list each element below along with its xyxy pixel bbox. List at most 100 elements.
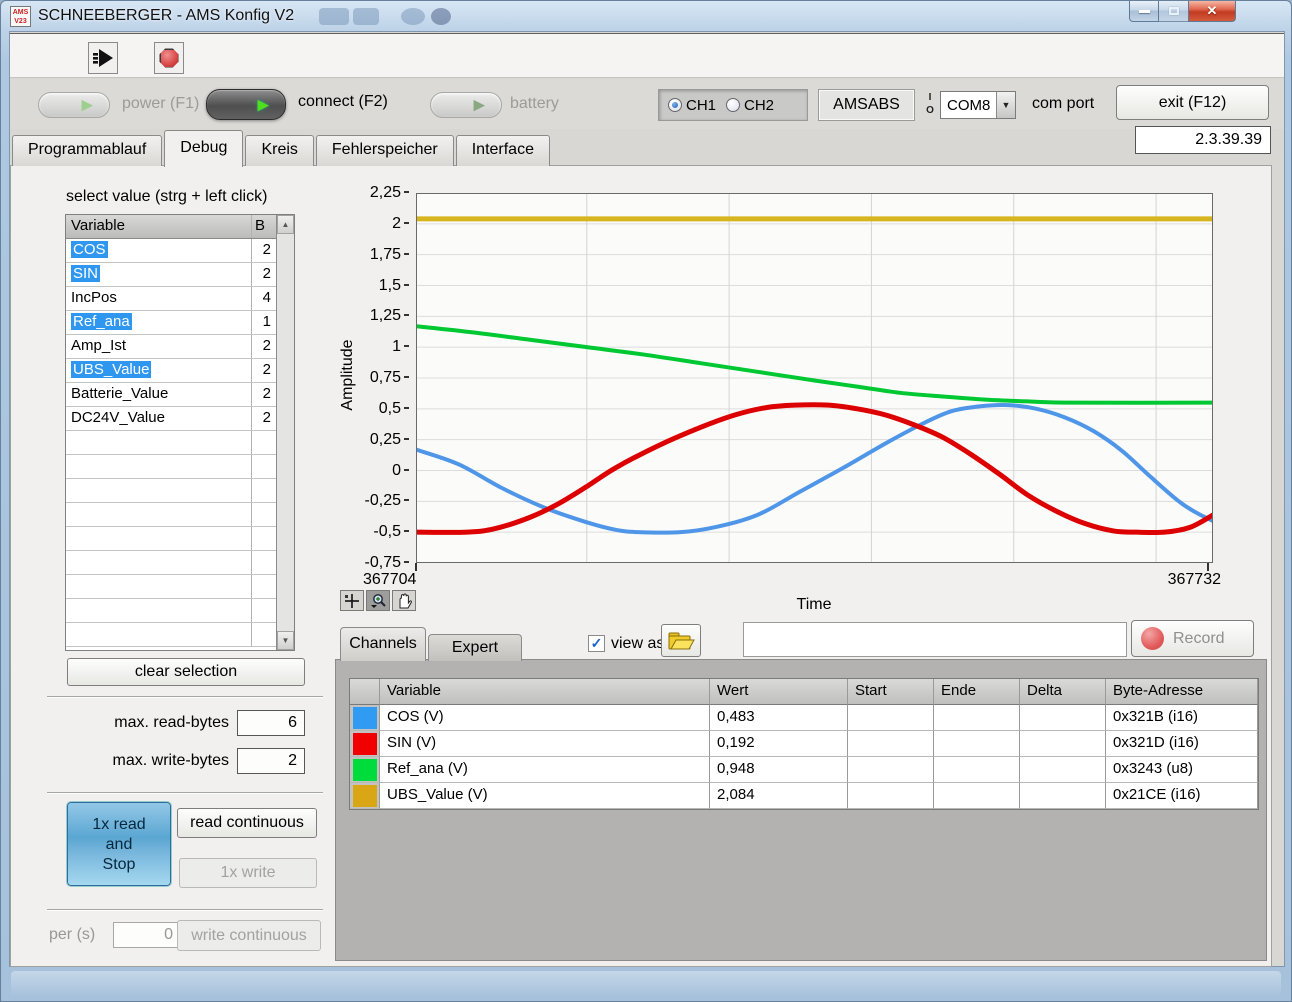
y-tick-label: 0: [323, 462, 409, 480]
pan-tool-button[interactable]: [392, 590, 416, 611]
column-start: Start: [848, 679, 934, 705]
variables-table[interactable]: VariableBCOS2SIN2IncPos4Ref_ana1Amp_Ist2…: [65, 214, 295, 651]
scroll-down-icon[interactable]: ▼: [277, 631, 294, 650]
variable-row[interactable]: Amp_Ist2: [66, 335, 294, 359]
y-tick-label: 2: [323, 215, 409, 233]
variable-row-empty[interactable]: [66, 527, 294, 551]
variable-row[interactable]: IncPos4: [66, 287, 294, 311]
channel-color-swatch: [353, 707, 377, 729]
minimize-button[interactable]: [1129, 1, 1159, 22]
battery-label: battery: [510, 95, 559, 113]
variable-row-empty[interactable]: [66, 431, 294, 455]
max-write-bytes-label: max. write-bytes: [59, 752, 229, 770]
column-bytes: B: [252, 215, 276, 238]
channel-row[interactable]: UBS_Value (V)2,0840x21CE (i16): [350, 783, 1258, 809]
variable-row[interactable]: Batterie_Value2: [66, 383, 294, 407]
read-continuous-button[interactable]: read continuous: [177, 808, 317, 838]
x-max-label: 367732: [1141, 571, 1221, 589]
exit-button[interactable]: exit (F12): [1116, 85, 1269, 120]
max-read-bytes-field[interactable]: 6: [237, 710, 305, 736]
ch2-radio[interactable]: [726, 98, 740, 112]
channel-row[interactable]: SIN (V)0,1920x321D (i16): [350, 731, 1258, 757]
channel-color-swatch: [353, 759, 377, 781]
stop-icon: [160, 49, 179, 68]
view-as-unit-checkbox[interactable]: ✓: [588, 635, 605, 652]
app-icon: AMSV23: [10, 6, 31, 27]
com-port-value: COM8: [941, 92, 996, 118]
clear-selection-button[interactable]: clear selection: [67, 658, 305, 686]
close-button[interactable]: ✕: [1188, 1, 1236, 22]
write-once-button[interactable]: 1x write: [179, 858, 317, 888]
browse-file-button[interactable]: [661, 624, 701, 657]
variable-row-empty[interactable]: [66, 599, 294, 623]
channels-table-header: VariableWertStartEndeDeltaByte-Adresse: [350, 679, 1258, 705]
run-arrow-icon: [92, 48, 114, 68]
variables-scrollbar[interactable]: ▲▼: [276, 215, 294, 650]
variable-row-empty[interactable]: [66, 455, 294, 479]
crosshair-icon: [343, 593, 361, 609]
run-button[interactable]: [88, 42, 118, 74]
battery-toggle[interactable]: ▶: [430, 92, 502, 118]
stop-button[interactable]: [154, 42, 184, 74]
scroll-up-icon[interactable]: ▲: [277, 215, 294, 234]
record-label: Record: [1173, 630, 1225, 648]
tab-bar: ProgrammablaufDebugKreisFehlerspeicherIn…: [12, 130, 552, 166]
read-once-stop-button[interactable]: 1x read and Stop: [67, 802, 171, 886]
variable-row[interactable]: DC24V_Value2: [66, 407, 294, 431]
maximize-button[interactable]: [1159, 1, 1188, 22]
y-tick-label: -0,25: [323, 492, 409, 510]
variable-row-empty[interactable]: [66, 551, 294, 575]
divider: [47, 792, 323, 794]
chevron-down-icon[interactable]: ▼: [996, 92, 1015, 118]
toolbar: [10, 33, 1284, 78]
variables-table-header: VariableB: [66, 215, 294, 239]
tab-programmablauf[interactable]: Programmablauf: [12, 135, 162, 166]
open-folder-icon: [668, 630, 695, 651]
waveform-chart[interactable]: [416, 193, 1213, 563]
variable-row-empty[interactable]: [66, 623, 294, 647]
tab-interface[interactable]: Interface: [456, 135, 550, 166]
window-bottom-glass: [11, 971, 1281, 997]
titlebar[interactable]: AMSV23 SCHNEEBERGER - AMS Konfig V2 ✕: [1, 1, 1291, 31]
power-toggle[interactable]: ▶: [38, 92, 110, 118]
max-write-bytes-field[interactable]: 2: [237, 748, 305, 774]
channels-table[interactable]: VariableWertStartEndeDeltaByte-AdresseCO…: [349, 678, 1259, 810]
per-s-field[interactable]: 0: [113, 922, 181, 948]
x-min-label: 367704: [363, 571, 473, 589]
variable-row-empty[interactable]: [66, 503, 294, 527]
tab-fehlerspeicher[interactable]: Fehlerspeicher: [316, 135, 454, 166]
record-button[interactable]: Record: [1131, 620, 1254, 657]
zoom-tool-button[interactable]: [366, 590, 390, 611]
com-port-select[interactable]: COM8 ▼: [940, 91, 1016, 119]
channel-row[interactable]: COS (V)0,4830x321B (i16): [350, 705, 1258, 731]
y-tick-label: -0,5: [323, 523, 409, 541]
crosshair-tool-button[interactable]: [340, 590, 364, 611]
column-wert: Wert: [710, 679, 848, 705]
ch1-radio[interactable]: [668, 98, 682, 112]
close-icon: ✕: [1207, 3, 1218, 19]
variable-row[interactable]: COS2: [66, 239, 294, 263]
tab-channels[interactable]: Channels: [340, 627, 426, 661]
column-variable: Variable: [66, 215, 252, 238]
client-area: ▶ power (F1) ▶ connect (F2) ▶ battery CH…: [9, 31, 1285, 967]
channel-row[interactable]: Ref_ana (V)0,9480x3243 (u8): [350, 757, 1258, 783]
column-delta: Delta: [1020, 679, 1106, 705]
record-file-path-input[interactable]: [743, 622, 1127, 657]
tab-kreis[interactable]: Kreis: [245, 135, 313, 166]
record-icon: [1141, 627, 1164, 650]
y-tick-label: 1: [323, 338, 409, 356]
channels-panel-body: VariableWertStartEndeDeltaByte-AdresseCO…: [335, 659, 1267, 961]
column-byte-adresse: Byte-Adresse: [1106, 679, 1258, 705]
variable-row[interactable]: UBS_Value2: [66, 359, 294, 383]
connect-toggle[interactable]: ▶: [206, 89, 286, 120]
write-continuous-button[interactable]: write continuous: [177, 920, 321, 951]
variable-row-empty[interactable]: [66, 575, 294, 599]
ch1-label: CH1: [686, 97, 716, 114]
tab-debug[interactable]: Debug: [164, 130, 243, 167]
variable-row-empty[interactable]: [66, 479, 294, 503]
variable-row[interactable]: Ref_ana1: [66, 311, 294, 335]
channel-color-swatch: [353, 785, 377, 807]
variable-row[interactable]: SIN2: [66, 263, 294, 287]
tab-expert[interactable]: Expert: [428, 634, 522, 661]
graph-palette: [340, 590, 418, 611]
